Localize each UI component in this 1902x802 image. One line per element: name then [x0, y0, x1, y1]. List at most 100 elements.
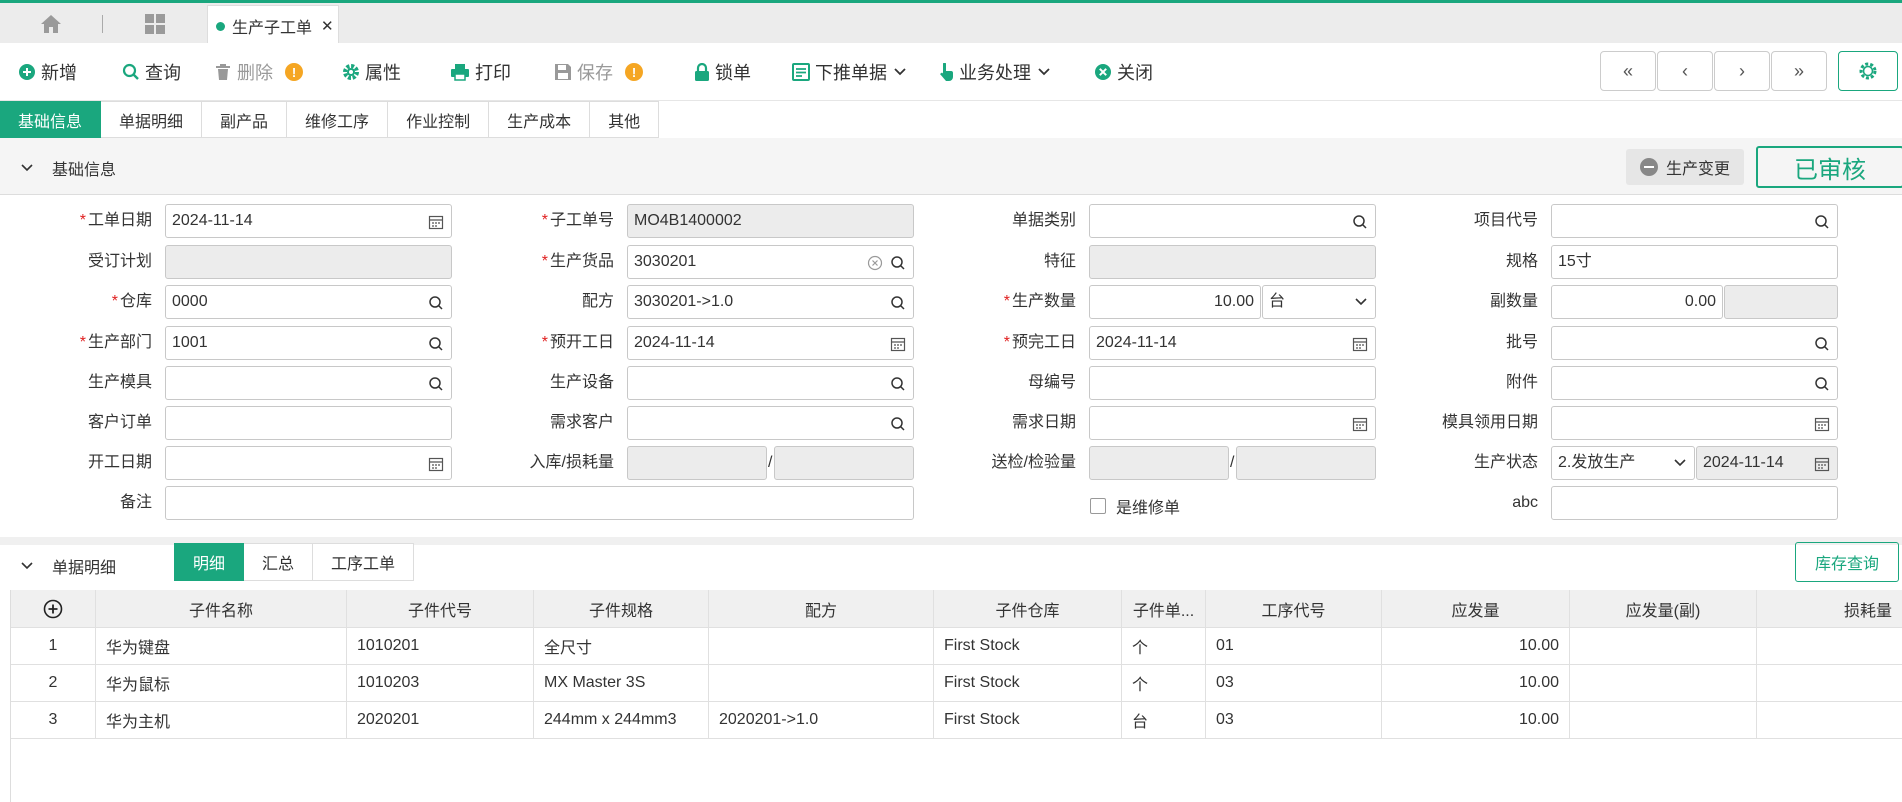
- demand-customer-field[interactable]: [627, 406, 914, 440]
- col-header-code[interactable]: 子件代号: [347, 590, 534, 627]
- tab-by-product[interactable]: 副产品: [202, 101, 288, 138]
- parent-no-field[interactable]: [1089, 366, 1376, 400]
- department-field[interactable]: 1001: [165, 326, 452, 360]
- detail-toggle[interactable]: 单据明细: [20, 554, 116, 578]
- cell-name[interactable]: 华为键盘: [96, 628, 347, 664]
- tab-repair-process[interactable]: 维修工序: [287, 101, 389, 138]
- tab-other[interactable]: 其他: [590, 101, 660, 138]
- cell-unit[interactable]: 台: [1122, 702, 1206, 738]
- cell-warehouse[interactable]: First Stock: [934, 628, 1122, 664]
- doc-type-field[interactable]: [1089, 204, 1376, 238]
- cell-loss[interactable]: [1757, 628, 1902, 664]
- order-plan-field[interactable]: [165, 245, 452, 279]
- in-stock-qty-field[interactable]: [627, 446, 767, 480]
- plan-start-field[interactable]: 2024-11-14: [627, 326, 914, 360]
- stock-query-button[interactable]: 库存查询: [1795, 542, 1899, 582]
- settings-button[interactable]: [1838, 51, 1898, 91]
- demand-date-field[interactable]: [1089, 406, 1376, 440]
- cell-spec[interactable]: 244mm x 244mm3: [534, 702, 709, 738]
- product-field[interactable]: 3030201: [627, 245, 914, 279]
- home-icon[interactable]: [38, 12, 64, 36]
- feature-field[interactable]: [1089, 245, 1376, 279]
- cell-formula[interactable]: [709, 628, 934, 664]
- close-tab-icon[interactable]: ✕: [321, 17, 334, 35]
- cell-process[interactable]: 01: [1206, 628, 1382, 664]
- business-dropdown[interactable]: 业务处理: [938, 60, 1056, 84]
- next-record-button[interactable]: ›: [1714, 51, 1770, 91]
- cell-spec[interactable]: MX Master 3S: [534, 665, 709, 701]
- col-header-qty2[interactable]: 应发量(副): [1570, 590, 1757, 627]
- cell-unit[interactable]: 个: [1122, 628, 1206, 664]
- tab-process-order[interactable]: 工序工单: [313, 543, 415, 581]
- formula-field[interactable]: 3030201->1.0: [627, 285, 914, 319]
- previous-record-button[interactable]: ‹: [1657, 51, 1713, 91]
- tab-summary[interactable]: 汇总: [244, 543, 314, 581]
- col-header-process[interactable]: 工序代号: [1206, 590, 1382, 627]
- table-row[interactable]: 3 华为主机 2020201 244mm x 244mm3 2020201->1…: [11, 702, 1902, 739]
- customer-order-field[interactable]: [165, 406, 452, 440]
- cell-warehouse[interactable]: First Stock: [934, 702, 1122, 738]
- col-header-loss[interactable]: 损耗量: [1757, 590, 1902, 627]
- sub-quantity-field[interactable]: 0.00: [1551, 285, 1723, 319]
- push-down-dropdown[interactable]: 下推单据: [792, 60, 912, 84]
- cell-qty2[interactable]: [1570, 702, 1757, 738]
- cell-formula[interactable]: 2020201->1.0: [709, 702, 934, 738]
- save-button[interactable]: 保存 !: [554, 60, 643, 84]
- mold-field[interactable]: [165, 366, 452, 400]
- tab-operation-control[interactable]: 作业控制: [388, 101, 490, 138]
- cell-process[interactable]: 03: [1206, 702, 1382, 738]
- tab-doc-detail[interactable]: 单据明细: [101, 101, 203, 138]
- work-date-field[interactable]: 2024-11-14: [165, 204, 452, 238]
- cell-qty[interactable]: 10.00: [1382, 628, 1570, 664]
- col-header-unit[interactable]: 子件单...: [1122, 590, 1206, 627]
- cell-process[interactable]: 03: [1206, 665, 1382, 701]
- cell-qty2[interactable]: [1570, 665, 1757, 701]
- cell-qty2[interactable]: [1570, 628, 1757, 664]
- delete-button[interactable]: 删除 !: [214, 60, 303, 84]
- send-inspect-qty-field[interactable]: [1089, 446, 1229, 480]
- col-header-formula[interactable]: 配方: [709, 590, 934, 627]
- remark-field[interactable]: [165, 486, 914, 520]
- production-change-button[interactable]: 生产变更: [1626, 149, 1744, 185]
- cell-name[interactable]: 华为主机: [96, 702, 347, 738]
- col-header-name[interactable]: 子件名称: [96, 590, 347, 627]
- mold-date-field[interactable]: [1551, 406, 1838, 440]
- plan-end-field[interactable]: 2024-11-14: [1089, 326, 1376, 360]
- lock-button[interactable]: 锁单: [694, 60, 751, 84]
- cell-unit[interactable]: 个: [1122, 665, 1206, 701]
- last-record-button[interactable]: »: [1771, 51, 1827, 91]
- apps-grid-icon[interactable]: [142, 12, 168, 36]
- cell-name[interactable]: 华为鼠标: [96, 665, 347, 701]
- basic-info-toggle[interactable]: 基础信息: [20, 156, 116, 180]
- cell-qty[interactable]: 10.00: [1382, 702, 1570, 738]
- cell-formula[interactable]: [709, 665, 934, 701]
- cell-loss[interactable]: [1757, 665, 1902, 701]
- col-header-spec[interactable]: 子件规格: [534, 590, 709, 627]
- project-code-field[interactable]: [1551, 204, 1838, 238]
- quantity-field[interactable]: 10.00: [1089, 285, 1261, 319]
- attachment-field[interactable]: [1551, 366, 1838, 400]
- checkbox-box[interactable]: [1090, 498, 1106, 514]
- close-button[interactable]: 关闭: [1094, 60, 1153, 84]
- cell-spec[interactable]: 全尺寸: [534, 628, 709, 664]
- add-row-button[interactable]: [11, 590, 96, 627]
- prod-status-date-field[interactable]: 2024-11-14: [1696, 446, 1838, 480]
- cell-loss[interactable]: [1757, 702, 1902, 738]
- document-tab[interactable]: 生产子工单 ✕: [207, 5, 339, 46]
- warehouse-field[interactable]: 0000: [165, 285, 452, 319]
- equipment-field[interactable]: [627, 366, 914, 400]
- start-date-field[interactable]: [165, 446, 452, 480]
- inspected-qty-field[interactable]: [1236, 446, 1376, 480]
- tab-production-cost[interactable]: 生产成本: [489, 101, 591, 138]
- tab-basic-info[interactable]: 基础信息: [0, 101, 102, 138]
- loss-qty-field[interactable]: [774, 446, 914, 480]
- prod-status-select[interactable]: 2.发放生产: [1551, 446, 1695, 480]
- is-repair-checkbox[interactable]: 是维修单: [1090, 494, 1180, 518]
- cell-warehouse[interactable]: First Stock: [934, 665, 1122, 701]
- tab-detail[interactable]: 明细: [174, 543, 245, 581]
- col-header-qty[interactable]: 应发量: [1382, 590, 1570, 627]
- unit-select[interactable]: 台: [1262, 285, 1376, 319]
- new-button[interactable]: 新增: [18, 60, 77, 84]
- first-record-button[interactable]: «: [1600, 51, 1656, 91]
- sub-order-no-field[interactable]: MO4B1400002: [627, 204, 914, 238]
